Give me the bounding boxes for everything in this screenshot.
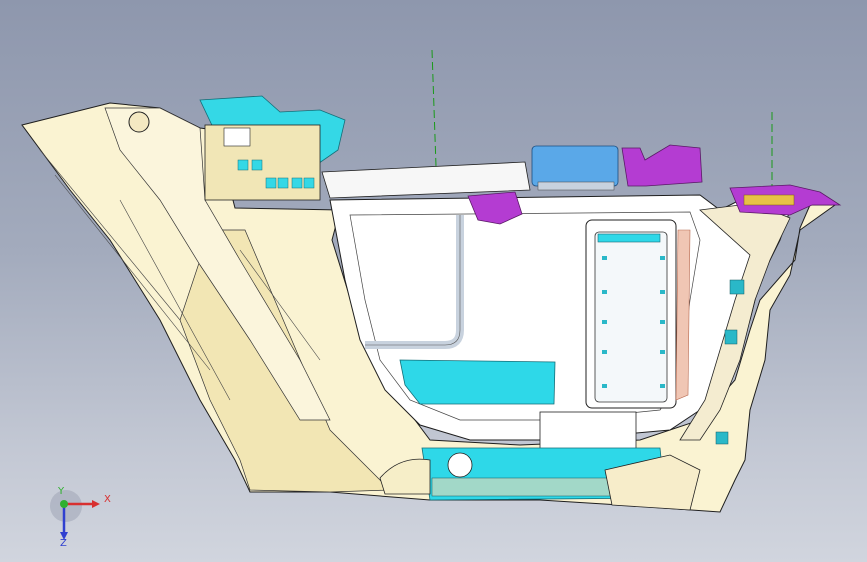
mount-hole: [128, 111, 150, 133]
purple-clip-top: [621, 144, 703, 187]
x-axis-head: [92, 500, 100, 508]
x-axis-label: X: [104, 494, 111, 505]
axis-triad: X Y Z: [44, 478, 124, 549]
module-label: [223, 127, 251, 147]
blue-module-base: [537, 181, 615, 191]
top-rail: [321, 161, 531, 199]
y-axis-label: Y: [57, 486, 65, 497]
blue-top-module: [531, 145, 619, 187]
lower-white-plate: [539, 411, 637, 453]
pocket-label-slot: [597, 233, 661, 243]
speaker-grille: [447, 452, 473, 478]
3d-viewport[interactable]: X Y Z: [0, 0, 867, 562]
y-axis-dot: [60, 500, 68, 508]
cad-door-trim-model[interactable]: [0, 0, 867, 562]
pink-reinforcement: [675, 229, 691, 401]
z-axis-label: Z: [60, 538, 67, 548]
cyan-armrest-insert: [399, 359, 556, 405]
electronic-module: [204, 124, 321, 201]
yellow-latch: [743, 194, 795, 206]
construction-line: [431, 49, 437, 167]
